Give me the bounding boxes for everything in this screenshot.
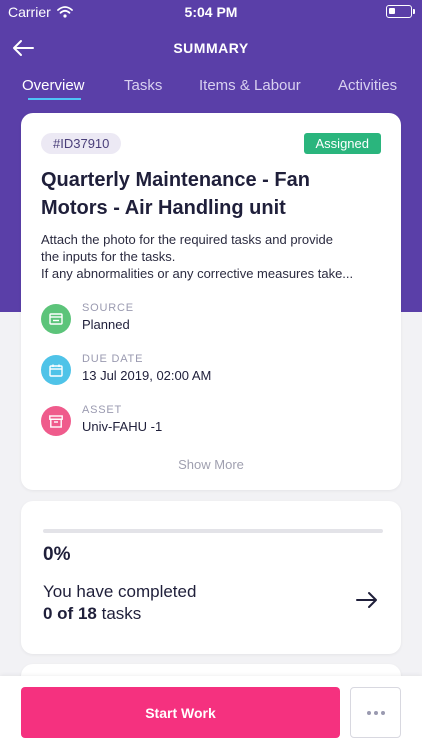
bottom-action-bar: Start Work — [0, 676, 422, 750]
progress-percent: 0% — [43, 544, 71, 565]
status-time: 5:04 PM — [184, 4, 238, 20]
due-date-value: 13 Jul 2019, 02:00 AM — [82, 368, 212, 383]
active-tab-indicator — [28, 98, 81, 100]
asset-label: ASSET — [82, 404, 123, 416]
source-label: SOURCE — [82, 302, 134, 314]
asset-value: Univ-FAHU -1 — [82, 419, 163, 434]
work-order-id: #ID37910 — [41, 133, 122, 154]
arrow-right-icon — [356, 592, 377, 608]
completed-text: You have completed — [43, 582, 197, 601]
battery-icon — [386, 5, 415, 18]
progress-bar — [43, 529, 383, 533]
calendar-icon — [41, 355, 71, 385]
ellipsis-icon — [366, 710, 371, 715]
archive-box-icon — [41, 406, 71, 436]
tab-tasks[interactable]: Tasks — [124, 77, 162, 94]
page-title: SUMMARY — [173, 40, 249, 56]
work-order-title: Quarterly Maintenance - Fan Motors - Air… — [41, 169, 310, 219]
tasks-suffix: tasks — [101, 604, 142, 623]
task-count: 0 of 18 — [43, 604, 97, 623]
due-date-row: DUE DATE 13 Jul 2019, 02:00 AM — [41, 353, 371, 389]
start-work-button[interactable]: Start Work — [21, 687, 340, 738]
description-line-1: Attach the photo for the required tasks … — [41, 232, 333, 247]
tab-overview[interactable]: Overview — [22, 77, 85, 94]
document-icon — [41, 304, 71, 334]
status-bar: Carrier 5:04 PM — [0, 0, 422, 24]
ellipsis-icon — [380, 710, 385, 715]
tab-activities[interactable]: Activities — [338, 77, 397, 94]
ellipsis-icon — [373, 710, 378, 715]
tab-items-labour[interactable]: Items & Labour — [199, 77, 301, 94]
completed-count: 0 of 18 tasks — [43, 603, 141, 625]
progress-card[interactable]: 0% You have completed 0 of 18 tasks — [21, 501, 401, 654]
description-line-3: If any abnormalities or any corrective m… — [41, 266, 354, 281]
asset-row: ASSET Univ-FAHU -1 — [41, 404, 371, 440]
status-badge: Assigned — [303, 133, 381, 154]
source-value: Planned — [82, 317, 130, 332]
show-more-link[interactable]: Show More — [21, 457, 401, 472]
due-date-label: DUE DATE — [82, 353, 144, 365]
view-tasks-button[interactable] — [355, 589, 379, 611]
more-options-button[interactable] — [350, 687, 401, 738]
source-row: SOURCE Planned — [41, 302, 371, 338]
description-line-2: the inputs for the tasks. — [41, 249, 176, 264]
tab-bar: Overview Tasks Items & Labour Activities — [0, 72, 422, 108]
work-order-description: Attach the photo for the required tasks … — [41, 231, 387, 282]
nav-bar: SUMMARY — [0, 24, 422, 72]
work-order-card: #ID37910 Assigned Quarterly Maintenance … — [21, 113, 401, 490]
